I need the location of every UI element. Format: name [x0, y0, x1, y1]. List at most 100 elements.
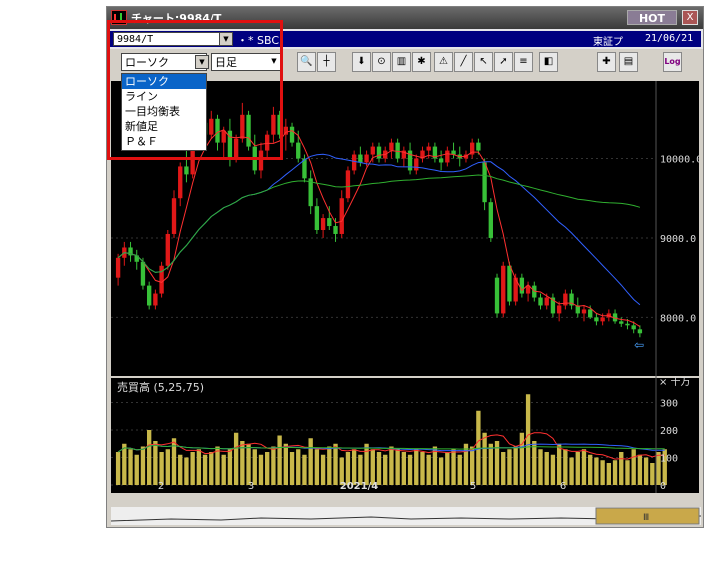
- volume-bar: [134, 454, 139, 485]
- volume-bar: [277, 435, 282, 485]
- volume-bar: [153, 441, 158, 485]
- settings-icon[interactable]: ✚: [597, 52, 616, 72]
- volume-bar: [463, 443, 469, 485]
- log-scale-button[interactable]: Log: [663, 52, 682, 72]
- volume-bar: [122, 443, 127, 485]
- price-tick-label: 10000.0: [660, 155, 699, 166]
- volume-bar: [320, 454, 326, 485]
- volume-bar: [631, 449, 636, 485]
- volume-bar: [128, 449, 133, 485]
- candle-body: [438, 158, 444, 163]
- volume-bar: [395, 449, 400, 485]
- trend-icon[interactable]: ✱: [412, 52, 431, 72]
- candle-body: [134, 255, 139, 262]
- candle-body: [395, 142, 400, 159]
- volume-bar: [538, 449, 543, 485]
- volume-bar: [289, 452, 295, 485]
- volume-bar: [196, 449, 202, 485]
- volume-bar: [202, 454, 208, 485]
- indicator-icon[interactable]: ◧: [539, 52, 558, 72]
- volume-bar: [333, 443, 338, 485]
- candle-body: [501, 265, 506, 314]
- volume-bar: [643, 457, 649, 485]
- candle-body: [619, 321, 624, 324]
- volume-bar: [525, 394, 531, 485]
- candle-body: [376, 146, 382, 159]
- volume-bar: [184, 457, 189, 485]
- search-icon[interactable]: ⊙: [372, 52, 391, 72]
- pointer-icon[interactable]: ↖: [474, 52, 493, 72]
- date-tick-label: 5: [470, 481, 476, 492]
- volume-bar: [600, 460, 605, 485]
- volume-bar: [314, 449, 320, 485]
- candle-body: [140, 261, 146, 286]
- volume-bar: [221, 454, 226, 485]
- highlight-box: [107, 20, 283, 160]
- palette-icon[interactable]: ▤: [619, 52, 638, 72]
- close-icon[interactable]: X: [682, 10, 698, 25]
- volume-bar: [575, 452, 580, 485]
- volume-tick-label: 100: [660, 454, 678, 465]
- volume-bar: [426, 454, 431, 485]
- candle-body: [296, 142, 301, 159]
- volume-bar: [271, 446, 276, 485]
- arrow-tool-icon[interactable]: ➚: [494, 52, 513, 72]
- candle-body: [414, 158, 419, 171]
- volume-label: 売買高 (5,25,75): [117, 380, 204, 394]
- exchange-label: 東証プ: [593, 37, 623, 48]
- crosshair-icon[interactable]: ┼: [317, 52, 336, 72]
- date-tick-label: 6: [560, 481, 566, 492]
- candle-body: [482, 162, 487, 203]
- volume-bar: [209, 452, 214, 485]
- candle-body: [184, 166, 189, 175]
- candle-body: [476, 142, 481, 151]
- zoom-icon[interactable]: 🔍: [297, 52, 316, 72]
- price-tick-label: 8000.0: [660, 313, 696, 324]
- volume-bar: [252, 449, 257, 485]
- candle-body: [289, 126, 295, 143]
- candle-body: [538, 297, 543, 306]
- volume-bar: [544, 452, 549, 485]
- volume-bar: [146, 430, 152, 485]
- volume-bar: [501, 452, 506, 485]
- overview-svg: Ⅲ: [110, 507, 702, 525]
- warning-icon[interactable]: ⚠: [434, 52, 453, 72]
- candle-body: [507, 265, 512, 302]
- date-tick-label: 2021/4: [340, 481, 378, 492]
- volume-bar: [296, 449, 301, 485]
- candle-body: [544, 297, 549, 306]
- volume-bar: [420, 452, 425, 485]
- hot-button[interactable]: HOT: [627, 10, 677, 25]
- candle-body: [351, 154, 357, 171]
- price-tick-label: 9000.0: [660, 234, 696, 245]
- volume-tick-label: 0: [660, 481, 666, 492]
- volume-bar: [432, 446, 438, 485]
- candle-body: [445, 150, 450, 163]
- volume-bar: [258, 454, 264, 485]
- download-icon[interactable]: ⬇: [352, 52, 371, 72]
- volume-bar: [140, 446, 146, 485]
- volume-bar: [265, 452, 270, 485]
- candle-body: [333, 226, 338, 234]
- volume-bar: [178, 454, 183, 485]
- volume-bar: [482, 432, 487, 485]
- fibonacci-icon[interactable]: ≡: [514, 52, 533, 72]
- volume-bar: [556, 443, 562, 485]
- volume-bar: [327, 446, 332, 485]
- candle-body: [389, 142, 394, 151]
- volume-bar: [227, 449, 233, 485]
- volume-bar: [569, 457, 574, 485]
- candle-body: [556, 305, 562, 314]
- candle-body: [153, 293, 158, 306]
- volume-bar: [563, 449, 568, 485]
- candle-body: [370, 146, 375, 155]
- line-tool-icon[interactable]: ╱: [454, 52, 473, 72]
- date-tick-label: 3: [248, 481, 254, 492]
- candle-body: [519, 277, 525, 294]
- moving-average-line: [117, 153, 641, 306]
- overview-scrollbar[interactable]: Ⅲ: [110, 507, 702, 525]
- candle-body: [178, 166, 183, 199]
- bars-icon[interactable]: ▥: [392, 52, 411, 72]
- volume-bar: [457, 454, 462, 485]
- volume-bar: [308, 438, 313, 485]
